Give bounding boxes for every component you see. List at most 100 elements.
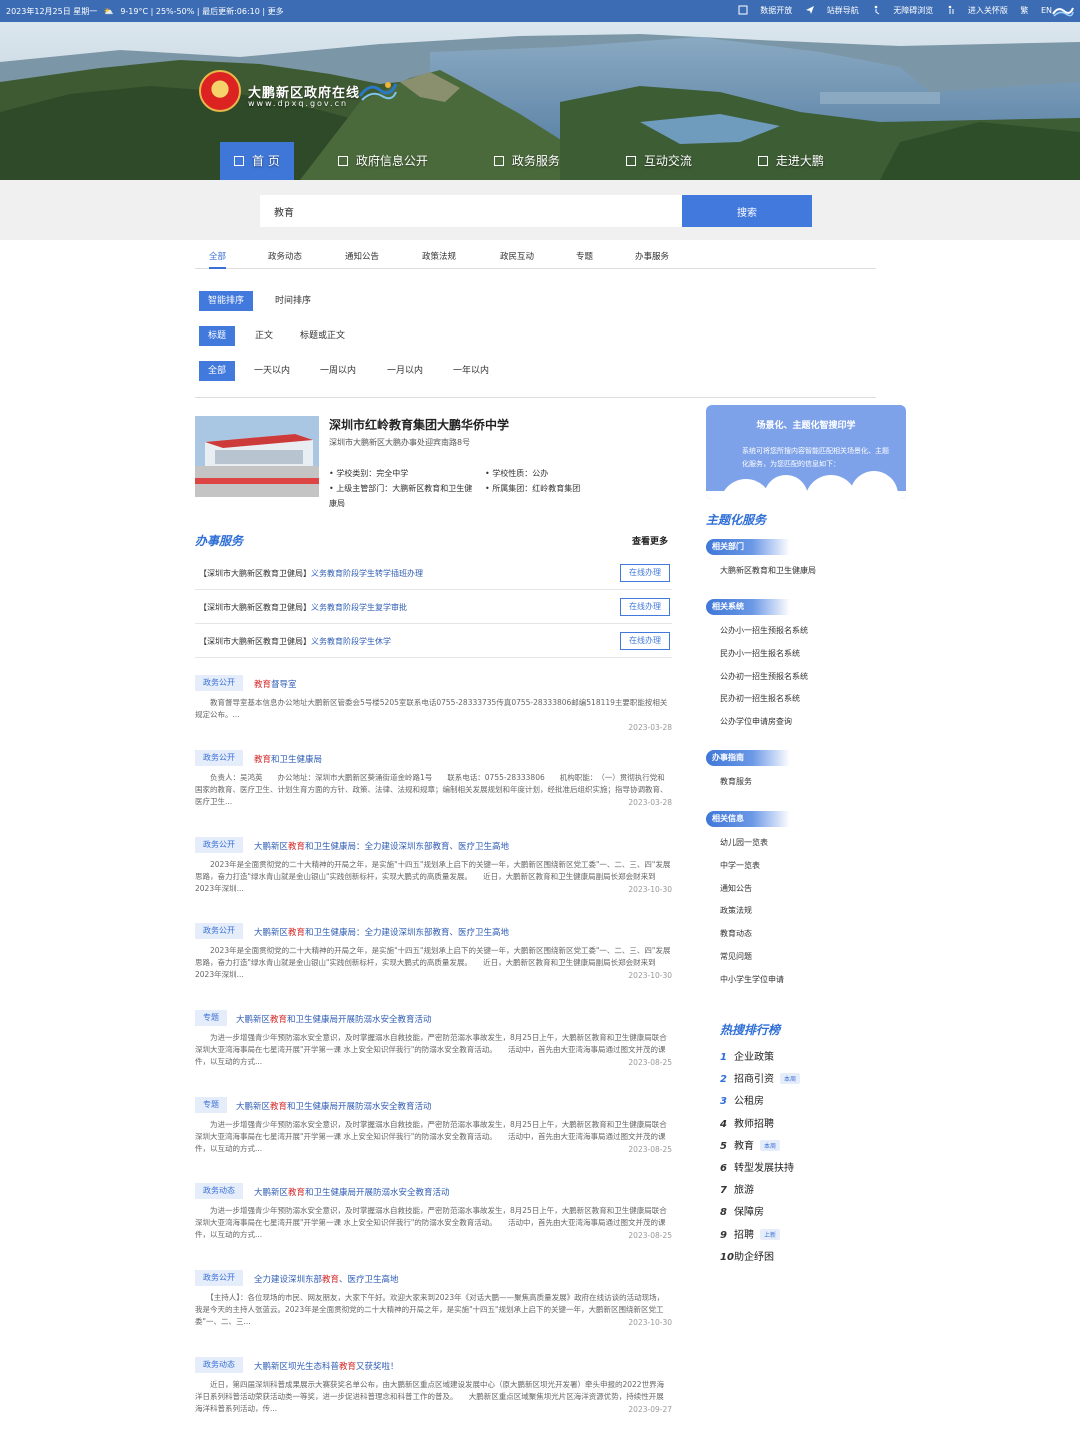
smart-search-promo: 场景化、主题化智搜印学 系统可将您所搜内容智能匹配相关场景化、主题化服务，为您匹… xyxy=(706,405,906,499)
sidebar-link[interactable]: 公办初一招生预报名系统 xyxy=(720,671,808,682)
hot-search-item[interactable]: 8 保障房 xyxy=(720,1203,764,1218)
result-title[interactable]: 大鹏新区教育和卫生健康局：全力建设深圳东部教育、医疗卫生高地 xyxy=(254,926,509,938)
sidebar-link[interactable]: 民办初一招生报名系统 xyxy=(720,693,800,704)
tab-topics[interactable]: 专题 xyxy=(576,249,593,269)
sidebar-link[interactable]: 中小学生学位申请 xyxy=(720,974,784,985)
hot-search-item[interactable]: 1 企业政策 xyxy=(720,1048,774,1063)
sidebar-link[interactable]: 公办学位申请房查询 xyxy=(720,716,792,727)
tab-notices[interactable]: 通知公告 xyxy=(345,249,379,269)
hot-search-item[interactable]: 9 招聘 上新 xyxy=(720,1226,781,1241)
scope-title[interactable]: 标题 xyxy=(199,326,236,346)
traditional-chinese-link[interactable]: 繁 xyxy=(1020,6,1028,15)
sidebar-link[interactable]: 政策法规 xyxy=(720,905,752,916)
result-title-pre: 大鹏新区坝光生态科普 xyxy=(254,1362,340,1372)
scope-body[interactable]: 正文 xyxy=(255,326,273,346)
affair-name[interactable]: 义务教育阶段学生复学审批 xyxy=(311,603,407,612)
sidebar-link[interactable]: 中学一览表 xyxy=(720,860,760,871)
sidebar-link[interactable]: 常见问题 xyxy=(720,951,752,962)
result-tag[interactable]: 政务动态 xyxy=(195,1357,243,1373)
school-photo[interactable] xyxy=(195,416,319,497)
nav-home[interactable]: 首 页 xyxy=(220,142,294,180)
result-tag[interactable]: 政务公开 xyxy=(195,837,243,853)
online-handle-button[interactable]: 在线办理 xyxy=(620,564,670,582)
hot-search-item[interactable]: 7 旅游 xyxy=(720,1181,754,1196)
result-title[interactable]: 大鹏新区教育和卫生健康局开展防溺水安全教育活动 xyxy=(236,1100,432,1112)
more-link[interactable]: 查看更多 xyxy=(632,534,668,547)
nav-services[interactable]: 政务服务 xyxy=(480,142,574,180)
accessibility-link[interactable]: 无障碍浏览 xyxy=(871,5,933,15)
result-title[interactable]: 全力建设深圳东部教育、医疗卫生高地 xyxy=(254,1273,399,1285)
time-year[interactable]: 一年以内 xyxy=(453,361,489,381)
result-title[interactable]: 教育督导室 xyxy=(254,678,297,690)
hot-badge: 本周 xyxy=(780,1073,801,1085)
result-tag[interactable]: 政务公开 xyxy=(195,923,243,939)
affair-item[interactable]: 【深圳市大鹏新区教育卫健局】义务教育阶段学生复学审批 xyxy=(199,602,407,613)
hot-rank: 7 xyxy=(720,1185,727,1197)
site-nav-link[interactable]: 站群导航 xyxy=(805,6,859,15)
sidebar-link[interactable]: 通知公告 xyxy=(720,883,752,894)
result-tag[interactable]: 政务动态 xyxy=(195,1183,243,1199)
hot-search-item[interactable]: 4 教师招聘 xyxy=(720,1115,774,1130)
hot-search-item[interactable]: 10助企纾困 xyxy=(720,1248,774,1263)
weather-text[interactable]: 9-19°C | 25%-50% | 最后更新:06:10 | 更多 xyxy=(120,7,283,16)
affair-item[interactable]: 【深圳市大鹏新区教育卫健局】义务教育阶段学生休学 xyxy=(199,636,391,647)
sidebar-link[interactable]: 民办小一招生报名系统 xyxy=(720,648,800,659)
affair-name[interactable]: 义务教育阶段学生休学 xyxy=(311,637,391,646)
result-title[interactable]: 大鹏新区教育和卫生健康局开展防溺水安全教育活动 xyxy=(236,1013,432,1025)
school-name[interactable]: 深圳市红岭教育集团大鹏华侨中学 xyxy=(329,416,509,433)
result-title[interactable]: 大鹏新区教育和卫生健康局：全力建设深圳东部教育、医疗卫生高地 xyxy=(254,840,509,852)
nav-interaction[interactable]: 互动交流 xyxy=(612,142,706,180)
sidebar-link[interactable]: 教育动态 xyxy=(720,928,752,939)
tab-all[interactable]: 全部 xyxy=(209,249,227,269)
sidebar-link[interactable]: 幼儿园一览表 xyxy=(720,837,768,848)
result-title-post: 和卫生健康局：全力建设深圳东部教育、医疗卫生高地 xyxy=(305,842,510,852)
sort-time[interactable]: 时间排序 xyxy=(275,291,311,311)
national-emblem-icon[interactable] xyxy=(199,70,241,112)
tab-news[interactable]: 政务动态 xyxy=(268,249,302,269)
sidebar-link[interactable]: 教育服务 xyxy=(720,776,752,787)
nav-gov-info[interactable]: 政府信息公开 xyxy=(324,142,442,180)
hot-term: 保障房 xyxy=(734,1207,764,1219)
result-tag[interactable]: 政务公开 xyxy=(195,675,243,691)
affair-name[interactable]: 义务教育阶段学生转学插班办理 xyxy=(311,569,423,578)
time-month[interactable]: 一月以内 xyxy=(387,361,423,381)
care-mode-link[interactable]: 进入关怀版 xyxy=(946,5,1008,15)
time-day[interactable]: 一天以内 xyxy=(254,361,290,381)
online-handle-button[interactable]: 在线办理 xyxy=(620,632,670,650)
time-all[interactable]: 全部 xyxy=(199,361,236,381)
hot-search-item[interactable]: 5 教育 本周 xyxy=(720,1137,781,1152)
hot-search-item[interactable]: 2 招商引资 本周 xyxy=(720,1070,801,1085)
result-tag[interactable]: 政务公开 xyxy=(195,750,243,766)
result-title[interactable]: 大鹏新区坝光生态科普教育又获奖啦！ xyxy=(254,1360,399,1372)
result-tag[interactable]: 政务公开 xyxy=(195,1270,243,1286)
hot-term: 招聘 xyxy=(734,1229,754,1241)
result-snippet: 为进一步增强青少年预防溺水安全意识，及时掌握溺水自救技能，严密防范溺水事故发生，… xyxy=(195,1206,667,1239)
scope-title-or-body[interactable]: 标题或正文 xyxy=(300,326,345,346)
promo-text: 系统可将您所搜内容智能匹配相关场景化、主题化服务，为您匹配的信息如下： xyxy=(742,447,889,468)
nav-about[interactable]: 走进大鹏 xyxy=(744,142,838,180)
tab-interaction[interactable]: 政民互动 xyxy=(500,249,534,269)
result-snippet: 教育督导室基本信息办公地址大鹏新区管委会5号楼5205室联系电话0755-283… xyxy=(195,698,668,719)
sidebar-link[interactable]: 公办小一招生预报名系统 xyxy=(720,625,808,636)
english-link[interactable]: EN xyxy=(1041,6,1052,15)
sidebar-link[interactable]: 大鹏新区教育和卫生健康局 xyxy=(720,565,816,576)
hot-search-item[interactable]: 3 公租房 xyxy=(720,1092,764,1107)
online-handle-button[interactable]: 在线办理 xyxy=(620,598,670,616)
result-snippet: 2023年是全面贯彻党的二十大精神的开局之年，是实施"十四五"规划承上启下的关键… xyxy=(195,860,671,893)
search-button[interactable]: 搜索 xyxy=(682,195,812,227)
affair-item[interactable]: 【深圳市大鹏新区教育卫健局】义务教育阶段学生转学插班办理 xyxy=(199,568,423,579)
data-open-link[interactable]: 数据开放 xyxy=(738,5,792,15)
result-title[interactable]: 大鹏新区教育和卫生健康局开展防溺水安全教育活动 xyxy=(254,1186,450,1198)
sort-smart[interactable]: 智能排序 xyxy=(199,291,254,311)
result-title-highlight: 教育 xyxy=(288,928,306,938)
result-title[interactable]: 教育和卫生健康局 xyxy=(254,753,322,765)
result-title-post: 和卫生健康局：全力建设深圳东部教育、医疗卫生高地 xyxy=(305,928,510,938)
tab-services[interactable]: 办事服务 xyxy=(635,249,669,269)
hot-search-item[interactable]: 6 转型发展扶持 xyxy=(720,1159,794,1174)
time-week[interactable]: 一周以内 xyxy=(320,361,356,381)
tab-policies[interactable]: 政策法规 xyxy=(422,249,456,269)
result-tag[interactable]: 专题 xyxy=(195,1097,227,1113)
result-tag[interactable]: 专题 xyxy=(195,1010,227,1026)
nav-home-label: 首 页 xyxy=(252,154,280,168)
search-input[interactable] xyxy=(260,195,682,227)
